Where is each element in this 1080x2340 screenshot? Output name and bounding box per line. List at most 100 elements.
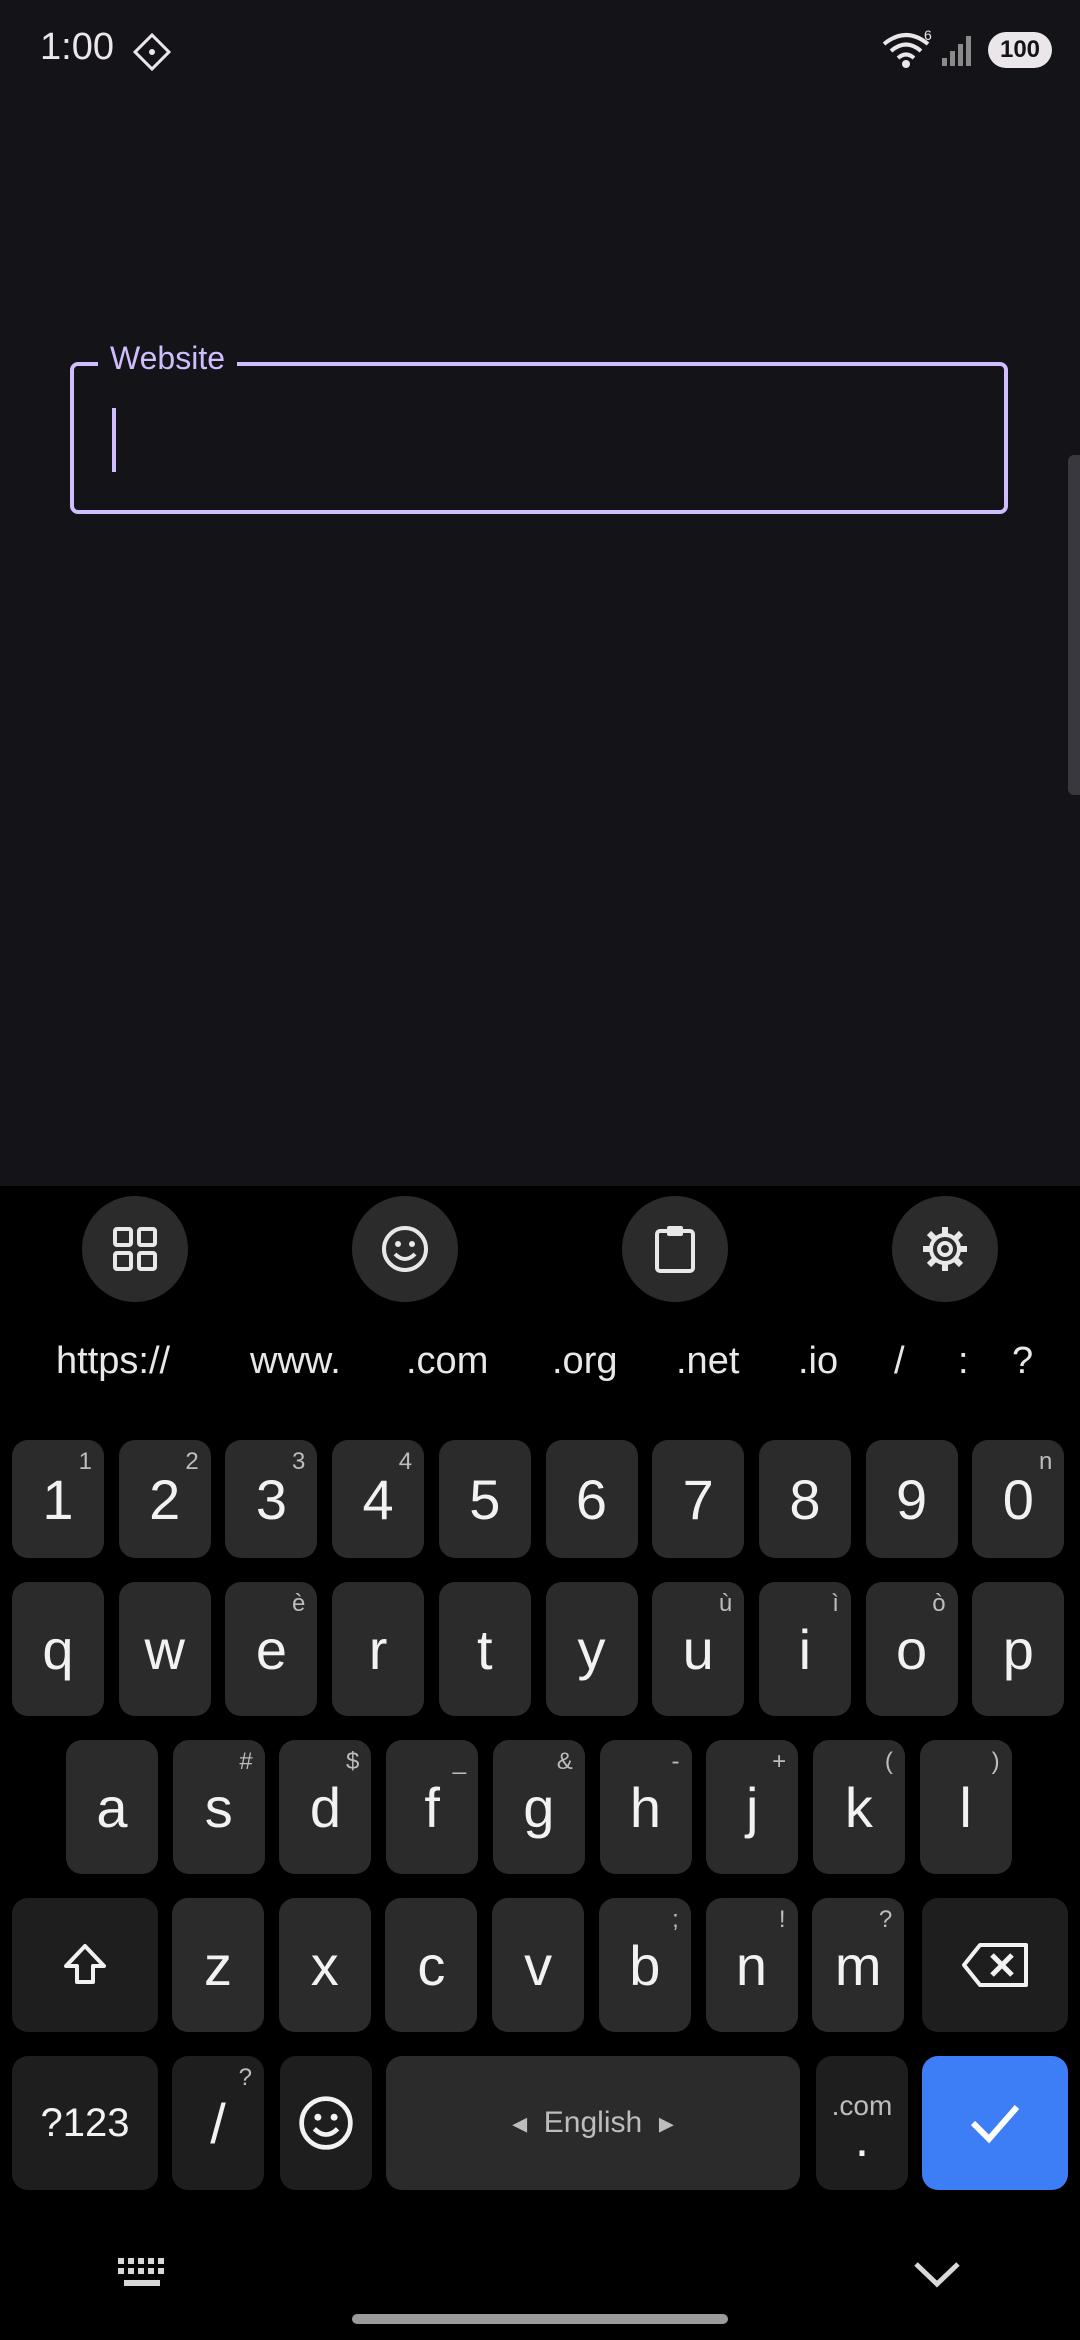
key-l[interactable]: l) (919, 1740, 1012, 1874)
home-indicator[interactable] (352, 2314, 728, 2324)
settings-button[interactable] (892, 1196, 998, 1302)
key-label: 3 (255, 1467, 287, 1531)
key-5[interactable]: 5 (438, 1440, 531, 1558)
key-a[interactable]: a (66, 1740, 158, 1874)
key-f[interactable]: f _ (386, 1740, 479, 1874)
app-notification-icon (132, 32, 172, 72)
key-hint: 1 (78, 1448, 92, 1475)
key-2[interactable]: 22 (118, 1440, 211, 1558)
key-hint: 3 (292, 1448, 306, 1475)
key-t[interactable]: t (438, 1582, 531, 1716)
emoji-icon (382, 1226, 428, 1272)
key-h[interactable]: h- (599, 1740, 692, 1874)
suggestion-slash[interactable]: / (894, 1340, 905, 1383)
slash-key[interactable]: / ? (172, 2056, 264, 2190)
key-7[interactable]: 7 (652, 1440, 745, 1558)
space-key-label: English (543, 2106, 643, 2139)
suggestion-org[interactable]: .org (552, 1340, 617, 1383)
key-hint: è (292, 1590, 306, 1617)
key-hint: $ (346, 1748, 360, 1775)
suggestion-io[interactable]: .io (798, 1340, 838, 1383)
key-hint: 4 (398, 1448, 413, 1475)
key-hint: ! (778, 1906, 786, 1933)
shift-key[interactable] (12, 1898, 158, 2032)
key-0[interactable]: 0n (972, 1440, 1065, 1558)
suggestion-www[interactable]: www. (250, 1340, 341, 1383)
key-label: n (735, 1933, 768, 1997)
space-key[interactable]: ◂ English ▸ (386, 2056, 800, 2190)
key-label: 5 (469, 1467, 501, 1531)
key-j[interactable]: j + (706, 1740, 799, 1874)
key-label: 2 (149, 1467, 181, 1531)
key-1[interactable]: 11 (12, 1440, 104, 1558)
enter-key[interactable] (922, 2056, 1068, 2190)
key-label: x (310, 1933, 339, 1997)
symbols-key[interactable]: ?123 (12, 2056, 158, 2190)
key-label: g (523, 1775, 555, 1839)
key-label: q (42, 1617, 74, 1681)
key-k[interactable]: k( (812, 1740, 905, 1874)
backspace-key[interactable] (922, 1898, 1068, 2032)
hide-keyboard-icon[interactable] (912, 2256, 962, 2292)
key-w[interactable]: w (118, 1582, 211, 1716)
key-q[interactable]: q (12, 1582, 104, 1716)
key-r[interactable]: r (332, 1582, 425, 1716)
key-s[interactable]: s # (172, 1740, 265, 1874)
key-label: 7 (682, 1467, 714, 1531)
status-bar: 1:00 6 100 (0, 0, 1080, 100)
key-3[interactable]: 33 (225, 1440, 318, 1558)
key-6[interactable]: 6 (545, 1440, 638, 1558)
check-icon (970, 2105, 1020, 2144)
key-9[interactable]: 9 (865, 1440, 958, 1558)
key-u[interactable]: uù (652, 1582, 745, 1716)
key-b[interactable]: b; (598, 1898, 691, 2032)
space-right-arrow: ▸ (642, 2106, 674, 2140)
key-label: 0 (1002, 1467, 1034, 1531)
key-n[interactable]: n! (705, 1898, 798, 2032)
key-label: p (1002, 1617, 1034, 1681)
key-d[interactable]: d $ (279, 1740, 372, 1874)
key-g[interactable]: g & (492, 1740, 585, 1874)
key-hint: 2 (185, 1448, 199, 1475)
key-y[interactable]: y (545, 1582, 638, 1716)
key-z[interactable]: z (172, 1898, 264, 2032)
key-i[interactable]: iì (758, 1582, 851, 1716)
shift-icon (64, 1944, 106, 1984)
scrollbar[interactable] (1068, 455, 1080, 795)
suggestion-colon[interactable]: : (958, 1340, 969, 1383)
key-hint: ò (932, 1590, 946, 1617)
key-hint: # (239, 1748, 253, 1775)
key-m[interactable]: m? (812, 1898, 905, 2032)
key-label: r (368, 1617, 388, 1681)
grid-button[interactable] (82, 1196, 188, 1302)
key-label: 1 (42, 1467, 74, 1531)
key-label: h (629, 1775, 662, 1839)
suggestion-question[interactable]: ? (1012, 1340, 1033, 1383)
key-c[interactable]: c (385, 1898, 478, 2032)
key-e[interactable]: eè (225, 1582, 318, 1716)
suggestion-net[interactable]: .net (676, 1340, 739, 1383)
suggestion-https[interactable]: https:// (56, 1340, 170, 1383)
key-hint: ; (672, 1906, 679, 1933)
key-x[interactable]: x (278, 1898, 371, 2032)
keyboard-switch-icon[interactable] (116, 2256, 172, 2292)
suggestion-com[interactable]: .com (406, 1340, 488, 1383)
key-o[interactable]: oò (865, 1582, 958, 1716)
website-input[interactable] (70, 362, 1008, 514)
key-p[interactable]: p (972, 1582, 1065, 1716)
key-4[interactable]: 44 (332, 1440, 425, 1558)
key-8[interactable]: 8 (758, 1440, 851, 1558)
key-label: j (745, 1775, 759, 1839)
key-hint: ( (884, 1748, 893, 1775)
slash-key-hint: ? (238, 2064, 252, 2091)
key-label: u (682, 1617, 714, 1681)
emoji-toolbar-button[interactable] (352, 1196, 458, 1302)
key-v[interactable]: v (492, 1898, 585, 2032)
key-label: 8 (789, 1467, 821, 1531)
signal-icon (942, 36, 971, 66)
clipboard-button[interactable] (622, 1196, 728, 1302)
key-hint: ù (718, 1590, 733, 1617)
emoji-key[interactable] (280, 2056, 372, 2190)
dotcom-key[interactable]: .com . (816, 2056, 908, 2190)
key-label: 9 (896, 1467, 928, 1531)
